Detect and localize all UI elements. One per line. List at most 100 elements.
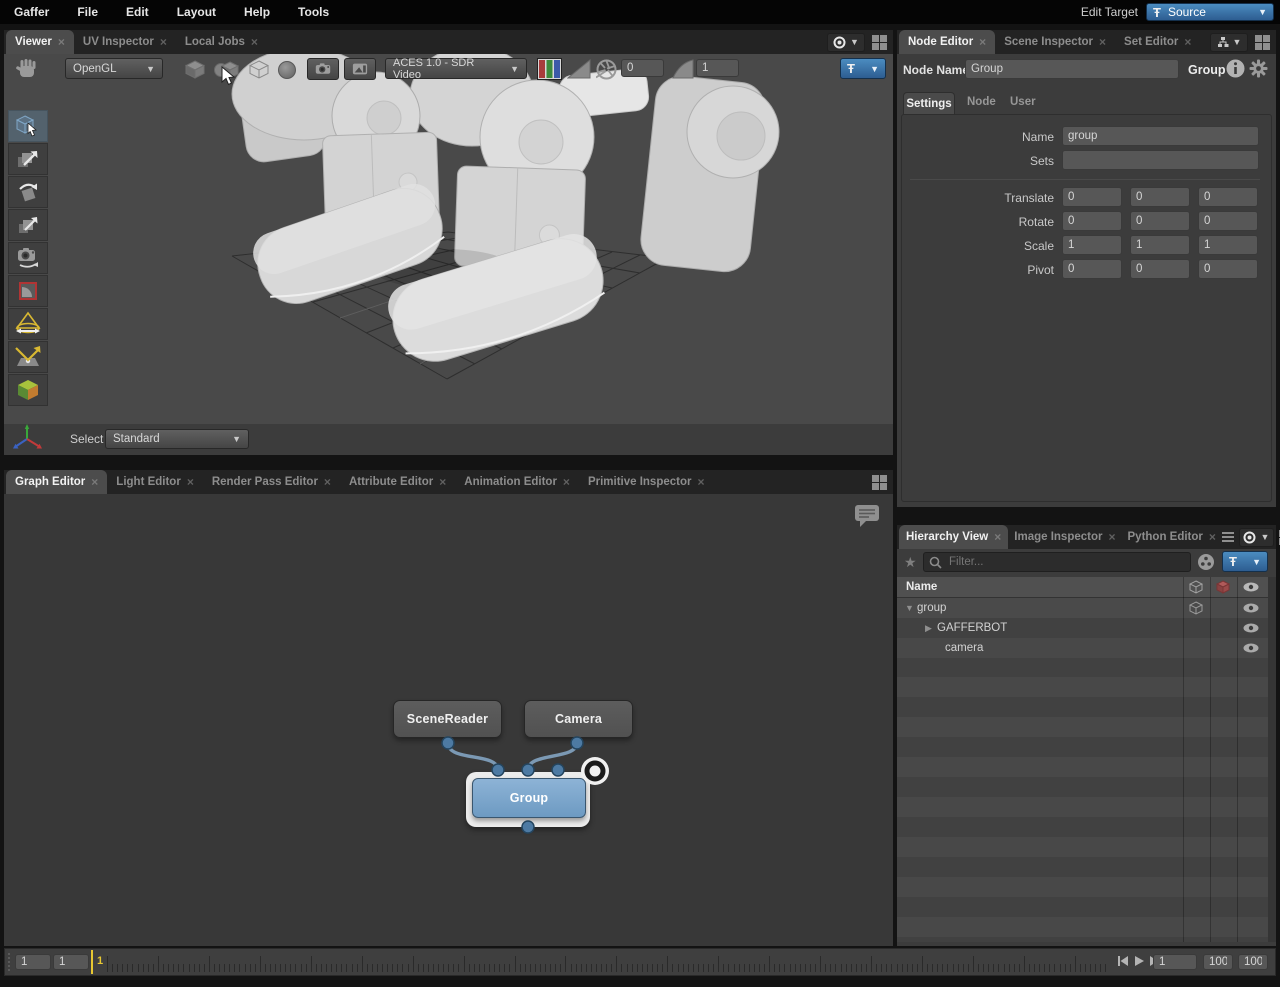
close-icon[interactable]: × [979, 35, 986, 49]
tab-scene-inspector[interactable]: Scene Inspector × [995, 30, 1115, 54]
focus-follow-button[interactable]: ▼ [1238, 527, 1274, 547]
tab-animation-editor[interactable]: Animation Editor × [455, 470, 579, 494]
tab-hierarchy-view[interactable]: Hierarchy View × [899, 525, 1009, 549]
menu-edit[interactable]: Edit [112, 5, 163, 19]
hierarchy-row-group[interactable]: ▼ group [897, 598, 1268, 618]
node-graph-canvas[interactable]: SceneReader Camera Group [4, 494, 893, 946]
cube-column-icon[interactable] [1189, 580, 1203, 594]
close-icon[interactable]: × [439, 475, 446, 489]
play-icon[interactable] [1133, 955, 1145, 967]
light-tool-button[interactable] [8, 308, 48, 340]
list-icon[interactable] [1221, 532, 1234, 542]
drag-handle[interactable] [8, 953, 13, 971]
tab-primitive-inspector[interactable]: Primitive Inspector × [579, 470, 714, 494]
scale-y-input[interactable] [1130, 235, 1190, 255]
exposure-input[interactable] [621, 59, 664, 77]
timeline-field-b[interactable] [53, 954, 89, 970]
close-icon[interactable]: × [697, 475, 704, 489]
scrollbar-track[interactable] [1268, 577, 1276, 942]
menu-layout[interactable]: Layout [163, 5, 230, 19]
frame-range-input[interactable] [1238, 954, 1268, 970]
layout-menu-icon[interactable] [872, 34, 887, 50]
tab-render-pass-editor[interactable]: Render Pass Editor × [203, 470, 340, 494]
skip-start-icon[interactable] [1117, 955, 1129, 967]
gear-icon[interactable] [1249, 59, 1268, 78]
tab-image-inspector[interactable]: Image Inspector × [1008, 525, 1121, 549]
layout-menu-icon[interactable] [872, 474, 887, 490]
frame-end-input[interactable] [1203, 954, 1233, 970]
rotate-z-input[interactable] [1198, 211, 1258, 231]
camera-settings-button[interactable] [307, 58, 339, 80]
timeline-ruler[interactable] [107, 954, 1112, 972]
rotate-tool-button[interactable] [8, 176, 48, 208]
tab-graph-editor[interactable]: Graph Editor × [6, 470, 108, 494]
scale-x-input[interactable] [1062, 235, 1122, 255]
renderer-dropdown[interactable]: OpenGL ▼ [65, 58, 163, 79]
tab-uv-inspector[interactable]: UV Inspector × [74, 30, 176, 54]
camera-tool-button[interactable] [8, 242, 48, 274]
focus-follow-button[interactable]: ▼ [827, 32, 865, 52]
close-icon[interactable]: × [1099, 35, 1106, 49]
pivot-y-input[interactable] [1130, 259, 1190, 279]
subtab-settings[interactable]: Settings [903, 92, 955, 115]
edit-target-dropdown[interactable]: Ŧ Source ▼ [1146, 3, 1274, 21]
subtab-user[interactable]: User [1010, 96, 1036, 108]
visibility-eye-icon[interactable] [1243, 603, 1259, 613]
tab-viewer[interactable]: Viewer × [6, 30, 74, 54]
tab-local-jobs[interactable]: Local Jobs × [176, 30, 267, 54]
menu-tools[interactable]: Tools [284, 5, 343, 19]
close-icon[interactable]: × [187, 475, 194, 489]
close-icon[interactable]: × [160, 35, 167, 49]
menu-help[interactable]: Help [230, 5, 284, 19]
frame-start-input[interactable] [1153, 954, 1197, 970]
tab-node-editor[interactable]: Node Editor × [899, 30, 996, 54]
hierarchy-row-gafferbot[interactable]: ▶ GAFFERBOT [897, 618, 1268, 638]
close-icon[interactable]: × [1108, 530, 1115, 544]
hierarchy-pin-button[interactable]: Ŧ ▼ [1222, 551, 1268, 572]
visibility-eye-icon[interactable] [1243, 623, 1259, 633]
close-icon[interactable]: × [251, 35, 258, 49]
translate-tool-button[interactable] [8, 143, 48, 175]
select-mode-dropdown[interactable]: Standard ▼ [105, 429, 249, 449]
sphere-shading-icon[interactable] [277, 60, 297, 80]
close-icon[interactable]: × [563, 475, 570, 489]
tab-light-editor[interactable]: Light Editor × [107, 470, 203, 494]
close-icon[interactable]: × [994, 530, 1001, 544]
close-icon[interactable]: × [58, 35, 65, 49]
tab-attribute-editor[interactable]: Attribute Editor × [340, 470, 455, 494]
shading-solid-icon[interactable] [185, 60, 205, 79]
info-icon[interactable] [1226, 59, 1245, 78]
scale-z-input[interactable] [1198, 235, 1258, 255]
pan-hand-icon[interactable] [14, 58, 40, 82]
visualiser-tool-button[interactable] [8, 374, 48, 406]
visibility-column-icon[interactable] [1243, 582, 1259, 592]
display-transform-dropdown[interactable]: ACES 1.0 - SDR Video ▼ [385, 57, 527, 81]
layout-menu-icon[interactable] [1255, 34, 1270, 50]
timeline-field-a[interactable] [15, 954, 51, 970]
display-options-button[interactable] [344, 58, 376, 80]
name-input[interactable] [1062, 126, 1259, 146]
node-name-input[interactable] [965, 59, 1179, 79]
gamma-input[interactable] [696, 59, 739, 77]
rotate-x-input[interactable] [1062, 211, 1122, 231]
cube-icon[interactable] [1189, 601, 1203, 615]
sets-filter-icon[interactable] [1197, 553, 1215, 571]
red-cube-column-icon[interactable] [1216, 580, 1230, 594]
visibility-eye-icon[interactable] [1243, 643, 1259, 653]
subtab-node[interactable]: Node [967, 96, 996, 108]
luminance-triangle-icon[interactable] [567, 59, 591, 79]
star-icon[interactable]: ★ [904, 554, 917, 571]
tab-python-editor[interactable]: Python Editor × [1122, 525, 1222, 549]
light-position-tool-button[interactable] [8, 341, 48, 373]
viewport-3d[interactable] [4, 54, 893, 424]
hierarchy-row-camera[interactable]: camera [897, 638, 1268, 658]
expand-icon[interactable]: ▼ [905, 603, 917, 613]
sets-input[interactable] [1062, 150, 1259, 170]
close-icon[interactable]: × [1209, 530, 1216, 544]
expand-icon[interactable]: ▶ [925, 623, 937, 634]
name-column-header[interactable]: Name [897, 581, 937, 593]
translate-y-input[interactable] [1130, 187, 1190, 207]
filter-input[interactable] [947, 555, 1171, 569]
scale-tool-button[interactable] [8, 209, 48, 241]
channel-select-icon[interactable] [537, 58, 562, 80]
